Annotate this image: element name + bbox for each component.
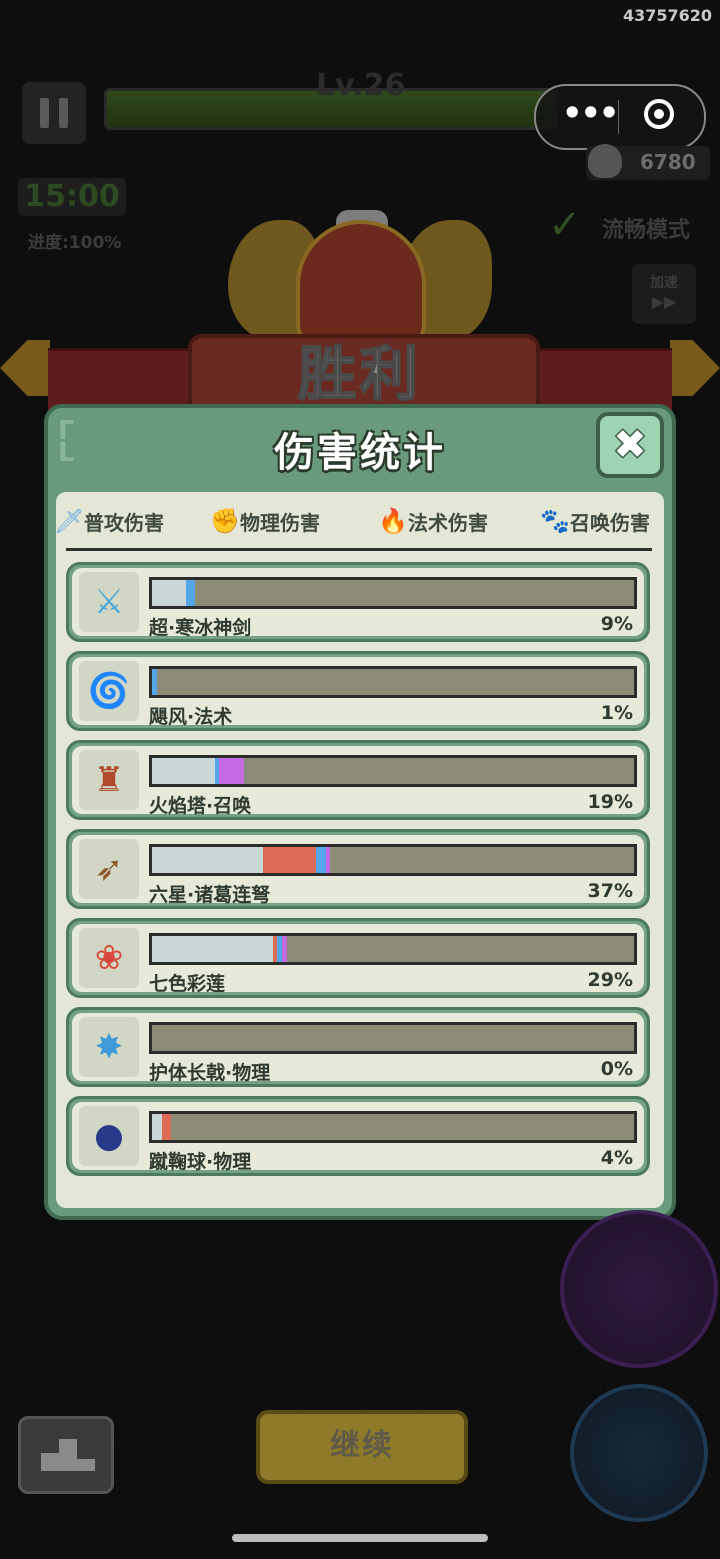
ball-icon: ● xyxy=(79,1106,139,1166)
damage-segment-base xyxy=(152,936,273,962)
damage-segment-physical xyxy=(262,847,316,873)
damage-segment-summon xyxy=(219,758,244,784)
damage-bar xyxy=(149,933,637,965)
legend-attack: 🗡 普攻伤害 xyxy=(54,504,164,538)
halberd-icon: ✸ xyxy=(79,1017,139,1077)
damage-segment-attack xyxy=(315,847,326,873)
ice-sword-icon: ⚔ xyxy=(79,572,139,632)
helmet-icon xyxy=(296,220,426,350)
skill-name: 超·寒冰神剑 xyxy=(149,617,252,639)
home-indicator[interactable] xyxy=(232,1534,488,1542)
damage-segment-attack xyxy=(152,669,157,695)
skill-glyph: ➶ xyxy=(94,849,124,889)
kill-count: 6780 xyxy=(640,150,696,174)
continue-button[interactable]: 继续 xyxy=(256,1410,468,1484)
damage-row: ✸ 护体长戟·物理 0% xyxy=(66,1007,650,1087)
damage-segment-summon xyxy=(325,847,331,873)
damage-bar xyxy=(149,666,637,698)
game-timer: 15:00 xyxy=(18,178,126,216)
damage-segment-base xyxy=(152,758,215,784)
fire-tower-icon: ♜ xyxy=(79,750,139,810)
damage-row: ❀ 七色彩莲 29% xyxy=(66,918,650,998)
fist-icon: ✊ xyxy=(210,507,240,535)
pause-icon-bar xyxy=(59,98,68,128)
flame-icon: 🔥 xyxy=(378,507,408,535)
paw-icon: 🐾 xyxy=(540,507,570,535)
level-label: Lv.26 xyxy=(316,68,406,103)
skill-glyph: ⚔ xyxy=(93,582,125,622)
speed-up-button[interactable]: 加速 ▶▶ xyxy=(632,264,696,324)
damage-segment-base xyxy=(152,847,263,873)
legend-label: 物理伤害 xyxy=(240,510,320,535)
sword-icon: 🗡 xyxy=(54,507,85,535)
damage-bar xyxy=(149,1022,637,1054)
damage-bar xyxy=(149,577,637,609)
speed-up-label: 加速 xyxy=(650,275,678,291)
skill-orb-lightning[interactable] xyxy=(570,1384,708,1522)
damage-row: ● 蹴鞠球·物理 4% xyxy=(66,1096,650,1176)
damage-bar xyxy=(149,755,637,787)
capsule-divider xyxy=(618,100,619,134)
legend-physical: ✊ 物理伤害 xyxy=(210,504,320,538)
skill-glyph: ● xyxy=(94,1116,124,1156)
miniprogram-capsule: ••• xyxy=(534,84,706,150)
podium-icon xyxy=(41,1453,59,1471)
damage-row: ♜ 火焰塔·召唤 19% xyxy=(66,740,650,820)
close-button[interactable]: ✖ xyxy=(596,412,664,478)
damage-segment-base xyxy=(152,580,186,606)
fast-forward-icon: ▶▶ xyxy=(651,292,677,311)
legend-summon: 🐾 召唤伤害 xyxy=(540,504,650,538)
pause-icon xyxy=(40,98,49,128)
damage-row: ➶ 六星·诸葛连弩 37% xyxy=(66,829,650,909)
damage-percent: 0% xyxy=(600,1058,633,1080)
legend-magic: 🔥 法术伤害 xyxy=(378,504,488,538)
skill-name: 飓风·法术 xyxy=(149,706,233,728)
session-id: 43757620 xyxy=(622,6,712,25)
crossbow-icon: ➶ xyxy=(79,839,139,899)
legend-label: 法术伤害 xyxy=(408,510,488,535)
damage-percent: 4% xyxy=(600,1147,633,1169)
progress-label: 进度:100% xyxy=(28,233,122,253)
damage-percent: 37% xyxy=(587,880,633,902)
damage-row: 🌀 飓风·法术 1% xyxy=(66,651,650,731)
leaderboard-button[interactable] xyxy=(18,1416,114,1494)
close-miniprogram-icon[interactable] xyxy=(644,99,674,129)
more-icon[interactable]: ••• xyxy=(562,94,619,132)
skill-name: 六星·诸葛连弩 xyxy=(149,884,271,906)
damage-segment-base xyxy=(152,1114,162,1140)
skill-glyph: ✸ xyxy=(94,1027,124,1067)
damage-percent: 9% xyxy=(600,613,633,635)
skill-name: 护体长戟·物理 xyxy=(149,1062,271,1084)
damage-segment-summon xyxy=(282,936,287,962)
damage-percent: 19% xyxy=(587,791,633,813)
podium-icon-center xyxy=(59,1439,77,1471)
damage-segment-attack xyxy=(185,580,196,606)
damage-percent: 1% xyxy=(600,702,633,724)
skill-name: 七色彩莲 xyxy=(149,973,226,995)
damage-percent: 29% xyxy=(587,969,633,991)
kill-counter: 6780 xyxy=(586,144,710,180)
close-icon: ✖ xyxy=(613,422,647,468)
damage-bar xyxy=(149,844,637,876)
skill-glyph: 🌀 xyxy=(87,671,131,711)
damage-bar xyxy=(149,1111,637,1143)
skill-name: 火焰塔·召唤 xyxy=(149,795,252,817)
tornado-icon: 🌀 xyxy=(79,661,139,721)
skill-glyph: ♜ xyxy=(93,760,125,800)
damage-row: ⚔ 超·寒冰神剑 9% xyxy=(66,562,650,642)
legend-divider xyxy=(66,548,652,551)
checkmark-icon[interactable]: ✓ xyxy=(548,203,592,247)
lotus-icon: ❀ xyxy=(79,928,139,988)
damage-segment-physical xyxy=(161,1114,172,1140)
legend-label: 召唤伤害 xyxy=(570,510,650,535)
pause-button[interactable] xyxy=(22,82,86,144)
podium-icon-right xyxy=(77,1459,95,1471)
skill-glyph: ❀ xyxy=(94,938,124,978)
skill-orb-summon[interactable] xyxy=(560,1210,718,1368)
skull-icon xyxy=(588,144,622,178)
smooth-mode-label[interactable]: 流畅模式 xyxy=(602,212,690,244)
skill-name: 蹴鞠球·物理 xyxy=(149,1151,252,1173)
legend-label: 普攻伤害 xyxy=(84,510,164,535)
